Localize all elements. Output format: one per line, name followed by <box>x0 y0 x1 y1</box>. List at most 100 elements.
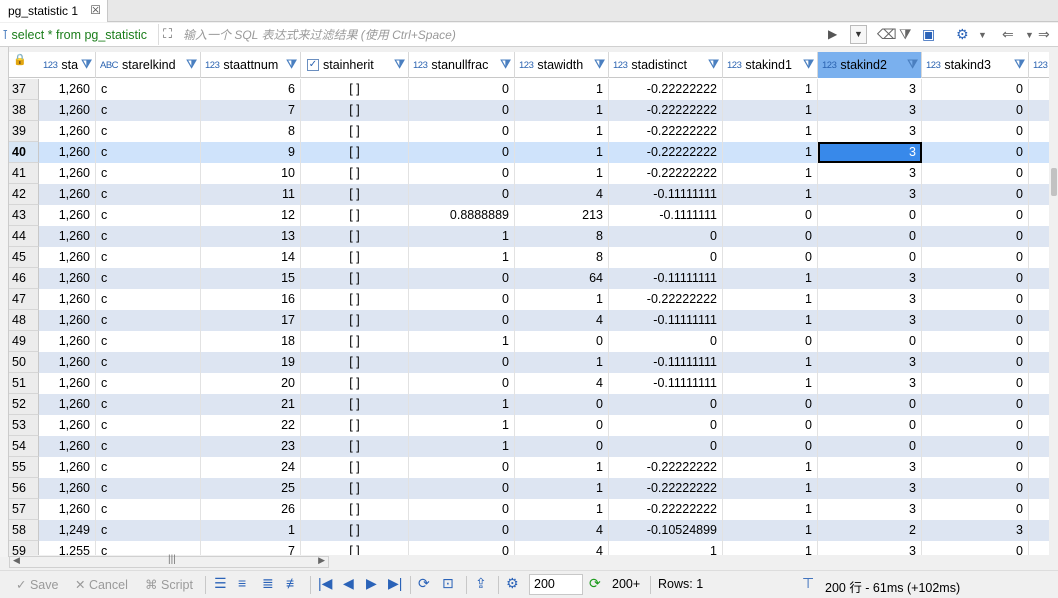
table-cell[interactable]: [ ] <box>301 268 409 289</box>
panels-icon[interactable]: ⚙ <box>956 26 969 43</box>
table-cell[interactable]: 1 <box>515 478 609 499</box>
table-cell[interactable]: 0 <box>515 331 609 352</box>
table-cell[interactable]: 21 <box>201 394 301 415</box>
table-cell[interactable]: 0 <box>922 373 1029 394</box>
table-cell[interactable]: [ ] <box>301 478 409 499</box>
table-cell[interactable]: 1 <box>723 352 818 373</box>
table-row[interactable]: 45 1,260 c 14[ ] 1 8 0 0 0 0 <box>9 247 1049 268</box>
table-cell[interactable]: 0 <box>922 541 1029 555</box>
table-cell[interactable]: 1,260 <box>39 373 96 394</box>
table-cell[interactable]: 1,260 <box>39 226 96 247</box>
table-cell[interactable]: 3 <box>818 184 922 205</box>
table-cell[interactable]: [ ] <box>301 436 409 457</box>
table-cell[interactable]: 0 <box>922 205 1029 226</box>
table-cell[interactable]: 17 <box>201 310 301 331</box>
table-cell[interactable]: 0 <box>723 247 818 268</box>
table-cell[interactable]: 1 <box>515 499 609 520</box>
table-cell[interactable]: 1 <box>515 457 609 478</box>
table-cell[interactable]: [ ] <box>301 541 409 555</box>
column-header-more[interactable]: 123⧩ <box>1029 52 1049 78</box>
table-cell[interactable]: -0.22222222 <box>609 121 723 142</box>
table-row[interactable]: 53 1,260 c 22[ ] 1 0 0 0 0 0 <box>9 415 1049 436</box>
table-row[interactable]: 41 1,260 c 10[ ] 0 1 -0.22222222 1 3 0 <box>9 163 1049 184</box>
table-cell[interactable]: -0.22222222 <box>609 163 723 184</box>
table-cell[interactable]: 1 <box>515 79 609 100</box>
table-cell[interactable]: 1 <box>723 142 818 163</box>
table-cell[interactable]: 1 <box>609 541 723 555</box>
table-cell[interactable]: 0 <box>922 352 1029 373</box>
table-cell[interactable]: 0 <box>723 226 818 247</box>
table-cell[interactable]: 1,260 <box>39 499 96 520</box>
table-cell[interactable]: 4 <box>515 520 609 541</box>
table-cell[interactable]: [ ] <box>301 394 409 415</box>
column-filter-icon[interactable]: ⧩ <box>500 57 511 72</box>
column-header-sta[interactable]: 123 sta ⧩ <box>39 52 96 78</box>
column-header-stanullfrac[interactable]: 123 stanullfrac ⧩ <box>409 52 515 78</box>
table-cell[interactable]: c <box>96 436 201 457</box>
table-cell[interactable]: 1 <box>723 121 818 142</box>
table-row[interactable]: 40 1,260 c 9[ ] 0 1 -0.22222222 1 3 0 <box>9 142 1049 163</box>
table-row[interactable]: 54 1,260 c 23[ ] 1 0 0 0 0 0 <box>9 436 1049 457</box>
table-cell[interactable]: 14 <box>201 247 301 268</box>
table-row[interactable]: 52 1,260 c 21[ ] 1 0 0 0 0 0 <box>9 394 1049 415</box>
table-cell[interactable]: 1 <box>409 331 515 352</box>
table-cell[interactable]: 1,260 <box>39 184 96 205</box>
table-cell[interactable]: c <box>96 226 201 247</box>
table-cell[interactable]: 0 <box>409 142 515 163</box>
table-cell[interactable]: 22 <box>201 415 301 436</box>
column-header-stawidth[interactable]: 123 stawidth ⧩ <box>515 52 609 78</box>
table-cell[interactable]: 0 <box>818 205 922 226</box>
table-cell[interactable]: 1,260 <box>39 457 96 478</box>
table-cell[interactable]: -0.11111111 <box>609 268 723 289</box>
table-cell[interactable]: 1 <box>515 289 609 310</box>
table-cell[interactable]: 3 <box>818 100 922 121</box>
table-row[interactable]: 55 1,260 c 24[ ] 0 1 -0.22222222 1 3 0 <box>9 457 1049 478</box>
table-cell[interactable]: -0.22222222 <box>609 289 723 310</box>
table-cell[interactable]: 0 <box>409 520 515 541</box>
table-cell[interactable]: 3 <box>818 289 922 310</box>
table-cell[interactable]: 0 <box>818 331 922 352</box>
table-cell[interactable]: -0.22222222 <box>609 100 723 121</box>
table-cell[interactable]: -0.11111111 <box>609 184 723 205</box>
table-cell[interactable]: 1 <box>723 478 818 499</box>
table-cell[interactable]: 213 <box>515 205 609 226</box>
table-cell[interactable]: [ ] <box>301 520 409 541</box>
column-filter-icon[interactable]: ⧩ <box>81 57 92 72</box>
table-cell[interactable]: 26 <box>201 499 301 520</box>
table-cell[interactable]: 1,260 <box>39 268 96 289</box>
table-row[interactable]: 59 1,255 c 7[ ] 0 4 1 1 3 0 <box>9 541 1049 555</box>
table-cell[interactable]: 1,260 <box>39 352 96 373</box>
table-cell[interactable]: 1,249 <box>39 520 96 541</box>
scroll-right-icon[interactable]: ▶ <box>318 555 325 566</box>
table-cell[interactable]: 0 <box>409 541 515 555</box>
table-cell[interactable]: 16 <box>201 289 301 310</box>
table-cell[interactable]: 1 <box>515 163 609 184</box>
fetch-more-icon[interactable]: ⟳ <box>589 575 601 592</box>
table-cell[interactable]: 1,260 <box>39 100 96 121</box>
copy-row-icon[interactable]: ≣ <box>262 575 274 592</box>
table-cell[interactable]: [ ] <box>301 331 409 352</box>
table-cell[interactable]: 1 <box>409 415 515 436</box>
table-cell[interactable]: c <box>96 457 201 478</box>
column-filter-icon[interactable]: ⧩ <box>286 57 297 72</box>
table-cell[interactable]: 3 <box>818 499 922 520</box>
table-cell[interactable]: [ ] <box>301 310 409 331</box>
table-cell[interactable]: 7 <box>201 541 301 555</box>
back-icon[interactable]: ⇐ <box>1002 26 1014 43</box>
table-cell[interactable]: 0.8888889 <box>409 205 515 226</box>
table-row[interactable]: 38 1,260 c 7[ ] 0 1 -0.22222222 1 3 0 <box>9 100 1049 121</box>
table-cell[interactable]: 25 <box>201 478 301 499</box>
table-cell[interactable]: 24 <box>201 457 301 478</box>
table-row[interactable]: 46 1,260 c 15[ ] 0 64 -0.11111111 1 3 0 <box>9 268 1049 289</box>
table-cell[interactable]: 0 <box>922 163 1029 184</box>
table-cell[interactable]: 0 <box>409 79 515 100</box>
fetch-more-button[interactable]: 200+ <box>612 577 640 591</box>
table-cell[interactable]: 0 <box>922 79 1029 100</box>
table-cell[interactable]: 0 <box>515 394 609 415</box>
delete-row-icon[interactable]: ≢ <box>286 575 300 591</box>
table-cell[interactable]: 1 <box>201 520 301 541</box>
table-cell[interactable]: c <box>96 79 201 100</box>
table-cell[interactable]: -0.22222222 <box>609 499 723 520</box>
table-cell[interactable]: 1,260 <box>39 205 96 226</box>
table-cell[interactable]: 1 <box>409 226 515 247</box>
